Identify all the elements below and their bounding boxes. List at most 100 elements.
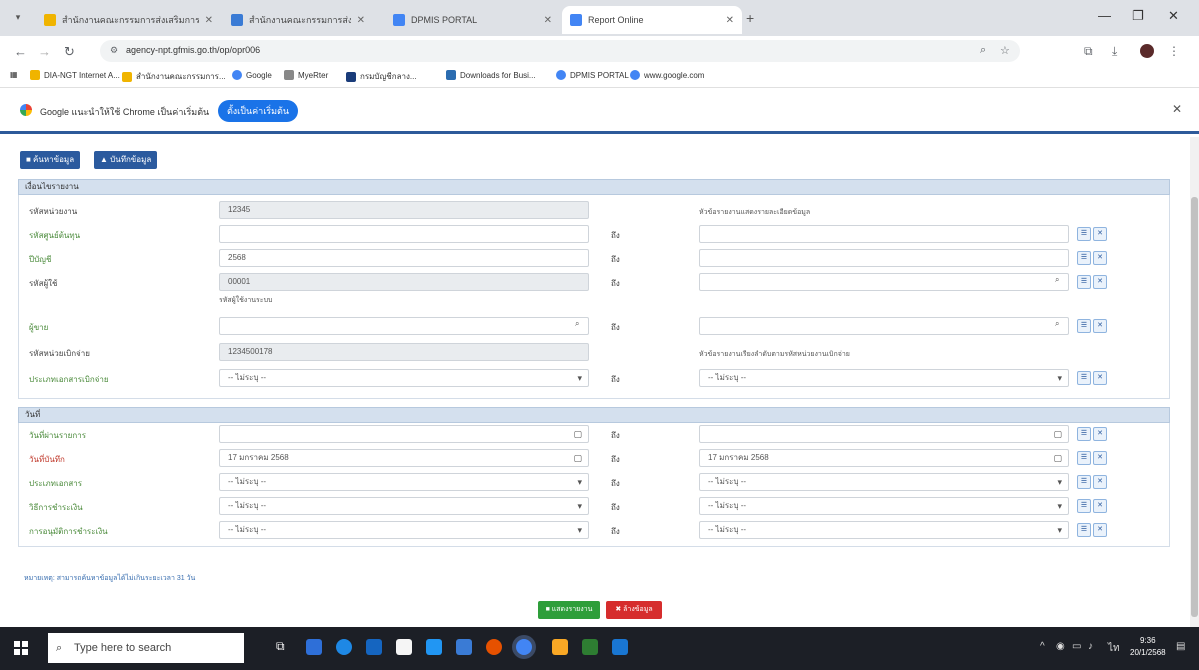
document-type-from-select[interactable]: -- ไม่ระบุ -- ▾ [219, 473, 589, 491]
fiscal-year-to-input[interactable] [699, 249, 1069, 267]
bookmark-item[interactable]: Downloads for Busi... [446, 70, 536, 80]
restore-icon[interactable]: ❐ [1132, 8, 1144, 24]
payment-approval-from-select[interactable]: -- ไม่ระบุ -- ▾ [219, 521, 589, 539]
search-icon[interactable]: ⌕ [1055, 275, 1059, 285]
posting-date-to-input[interactable]: ▢ [699, 425, 1069, 443]
window-close-icon[interactable]: ✕ [1168, 8, 1179, 24]
chrome-taskbar-icon[interactable] [516, 639, 532, 655]
taskbar-app-icon[interactable] [396, 639, 412, 655]
bookmark-item[interactable]: Google [232, 70, 272, 80]
taskbar-app-icon[interactable] [366, 639, 382, 655]
site-info-icon[interactable]: ⚙ [110, 45, 118, 56]
document-type-to-select[interactable]: -- ไม่ระบุ -- ▾ [699, 473, 1069, 491]
bookmark-item[interactable]: DPMIS PORTAL [556, 70, 629, 80]
reload-icon[interactable]: ↻ [64, 44, 75, 60]
clear-select-button[interactable]: ✕ [1093, 499, 1107, 513]
clear-select-button[interactable]: ✕ [1093, 371, 1107, 385]
bookmark-item[interactable]: DIA-NGT Internet A... [30, 70, 120, 80]
url-bar[interactable]: ⚙ agency-npt.gfmis.go.th/op/opr006 ⌕ ☆ [100, 40, 1020, 62]
close-tab-icon[interactable]: ✕ [544, 15, 552, 26]
user-id-to-input[interactable] [699, 273, 1069, 291]
entry-date-from-input[interactable]: 17 มกราคม 2568 ▢ [219, 449, 589, 467]
multi-select-button[interactable]: ☰ [1077, 499, 1091, 513]
back-icon[interactable]: ← [14, 44, 27, 59]
multi-select-button[interactable]: ☰ [1077, 523, 1091, 537]
minimize-icon[interactable]: — [1098, 8, 1111, 23]
bookmark-item[interactable]: กรมบัญชีกลาง... [346, 70, 417, 83]
save-data-button[interactable]: ▲ บันทึกข้อมูล [94, 151, 158, 169]
multi-select-button[interactable]: ☰ [1077, 251, 1091, 265]
clear-data-button[interactable]: ✖ ล้างข้อมูล [606, 601, 662, 619]
new-tab-icon[interactable]: + [746, 10, 754, 26]
cost-center-to-input[interactable] [699, 225, 1069, 243]
close-tab-icon[interactable]: ✕ [357, 15, 365, 26]
close-tab-icon[interactable]: ✕ [726, 15, 734, 26]
scrollbar-thumb[interactable] [1191, 197, 1198, 617]
payment-approval-to-select[interactable]: -- ไม่ระบุ -- ▾ [699, 521, 1069, 539]
multi-select-button[interactable]: ☰ [1077, 319, 1091, 333]
taskbar-app-icon[interactable] [486, 639, 502, 655]
search-icon[interactable]: ⌕ [575, 319, 579, 329]
taskbar-app-icon[interactable] [552, 639, 568, 655]
browser-tab-active[interactable]: Report Online ✕ [562, 6, 742, 34]
bookmark-item[interactable]: สำนักงานคณะกรรมการ... [122, 70, 226, 83]
doc-type-to-select[interactable]: -- ไม่ระบุ -- ▾ [699, 369, 1069, 387]
multi-select-button[interactable]: ☰ [1077, 427, 1091, 441]
battery-icon[interactable]: ▭ [1072, 641, 1081, 652]
tray-chevron-icon[interactable]: ^ [1040, 641, 1045, 652]
zoom-icon[interactable]: ⌕ [980, 44, 986, 57]
payment-method-to-select[interactable]: -- ไม่ระบุ -- ▾ [699, 497, 1069, 515]
bookmark-item[interactable]: www.google.com [630, 70, 704, 80]
clear-select-button[interactable]: ✕ [1093, 523, 1107, 537]
payment-method-from-select[interactable]: -- ไม่ระบุ -- ▾ [219, 497, 589, 515]
taskbar-app-icon[interactable] [426, 639, 442, 655]
clear-select-button[interactable]: ✕ [1093, 275, 1107, 289]
browser-tab-2[interactable]: สำนักงานคณะกรรมการส่งเสริมการลงทุน ✕ [223, 6, 373, 34]
taskbar-app-icon[interactable] [306, 639, 322, 655]
apps-icon[interactable]: ▦ [10, 70, 18, 79]
vendor-to-input[interactable] [699, 317, 1069, 335]
tab-search-icon[interactable]: ▾ [10, 9, 26, 25]
multi-select-button[interactable]: ☰ [1077, 371, 1091, 385]
browser-tab-3[interactable]: DPMIS PORTAL ✕ [385, 6, 560, 34]
set-default-button[interactable]: ตั้งเป็นค่าเริ่มต้น [218, 100, 298, 122]
cost-center-from-input[interactable] [219, 225, 589, 243]
search-data-button[interactable]: ■ ค้นหาข้อมูล [20, 151, 81, 169]
bookmark-star-icon[interactable]: ☆ [1000, 44, 1010, 57]
menu-icon[interactable]: ⋮ [1168, 44, 1180, 58]
network-icon[interactable]: ◉ [1056, 641, 1065, 652]
bookmark-item[interactable]: MyeRter [284, 70, 328, 80]
entry-date-to-input[interactable]: 17 มกราคม 2568 ▢ [699, 449, 1069, 467]
posting-date-from-input[interactable]: ▢ [219, 425, 589, 443]
browser-tab-1[interactable]: สำนักงานคณะกรรมการส่งเสริมการลงทุน ✕ [36, 6, 221, 34]
clear-select-button[interactable]: ✕ [1093, 227, 1107, 241]
search-icon[interactable]: ⌕ [1055, 319, 1059, 329]
notification-icon[interactable]: ▤ [1176, 641, 1185, 652]
vendor-from-input[interactable] [219, 317, 589, 335]
clear-select-button[interactable]: ✕ [1093, 251, 1107, 265]
clock[interactable]: 9:36 20/1/2568 [1130, 635, 1166, 659]
windows-start-icon[interactable] [14, 641, 28, 655]
taskbar-app-icon[interactable] [582, 639, 598, 655]
infobar-close-icon[interactable]: ✕ [1172, 102, 1182, 116]
close-tab-icon[interactable]: ✕ [205, 15, 213, 26]
task-view-icon[interactable]: ⧉ [276, 639, 292, 655]
doc-type-from-select[interactable]: -- ไม่ระบุ -- ▾ [219, 369, 589, 387]
clear-select-button[interactable]: ✕ [1093, 319, 1107, 333]
forward-icon[interactable]: → [38, 44, 51, 59]
profile-avatar[interactable] [1140, 44, 1154, 58]
multi-select-button[interactable]: ☰ [1077, 275, 1091, 289]
show-report-button[interactable]: ■ แสดงรายงาน [538, 601, 600, 619]
taskbar-app-icon[interactable] [612, 639, 628, 655]
clear-select-button[interactable]: ✕ [1093, 427, 1107, 441]
multi-select-button[interactable]: ☰ [1077, 451, 1091, 465]
fiscal-year-from-input[interactable]: 2568 [219, 249, 589, 267]
page-scrollbar[interactable] [1190, 137, 1199, 627]
download-icon[interactable]: ⤓ [1112, 44, 1117, 59]
taskbar-search-input[interactable]: ⌕ Type here to search [48, 633, 244, 663]
extensions-icon[interactable]: ⧉ [1084, 44, 1093, 59]
clear-select-button[interactable]: ✕ [1093, 475, 1107, 489]
volume-icon[interactable]: ♪ [1088, 641, 1093, 652]
taskbar-app-icon[interactable] [456, 639, 472, 655]
multi-select-button[interactable]: ☰ [1077, 227, 1091, 241]
